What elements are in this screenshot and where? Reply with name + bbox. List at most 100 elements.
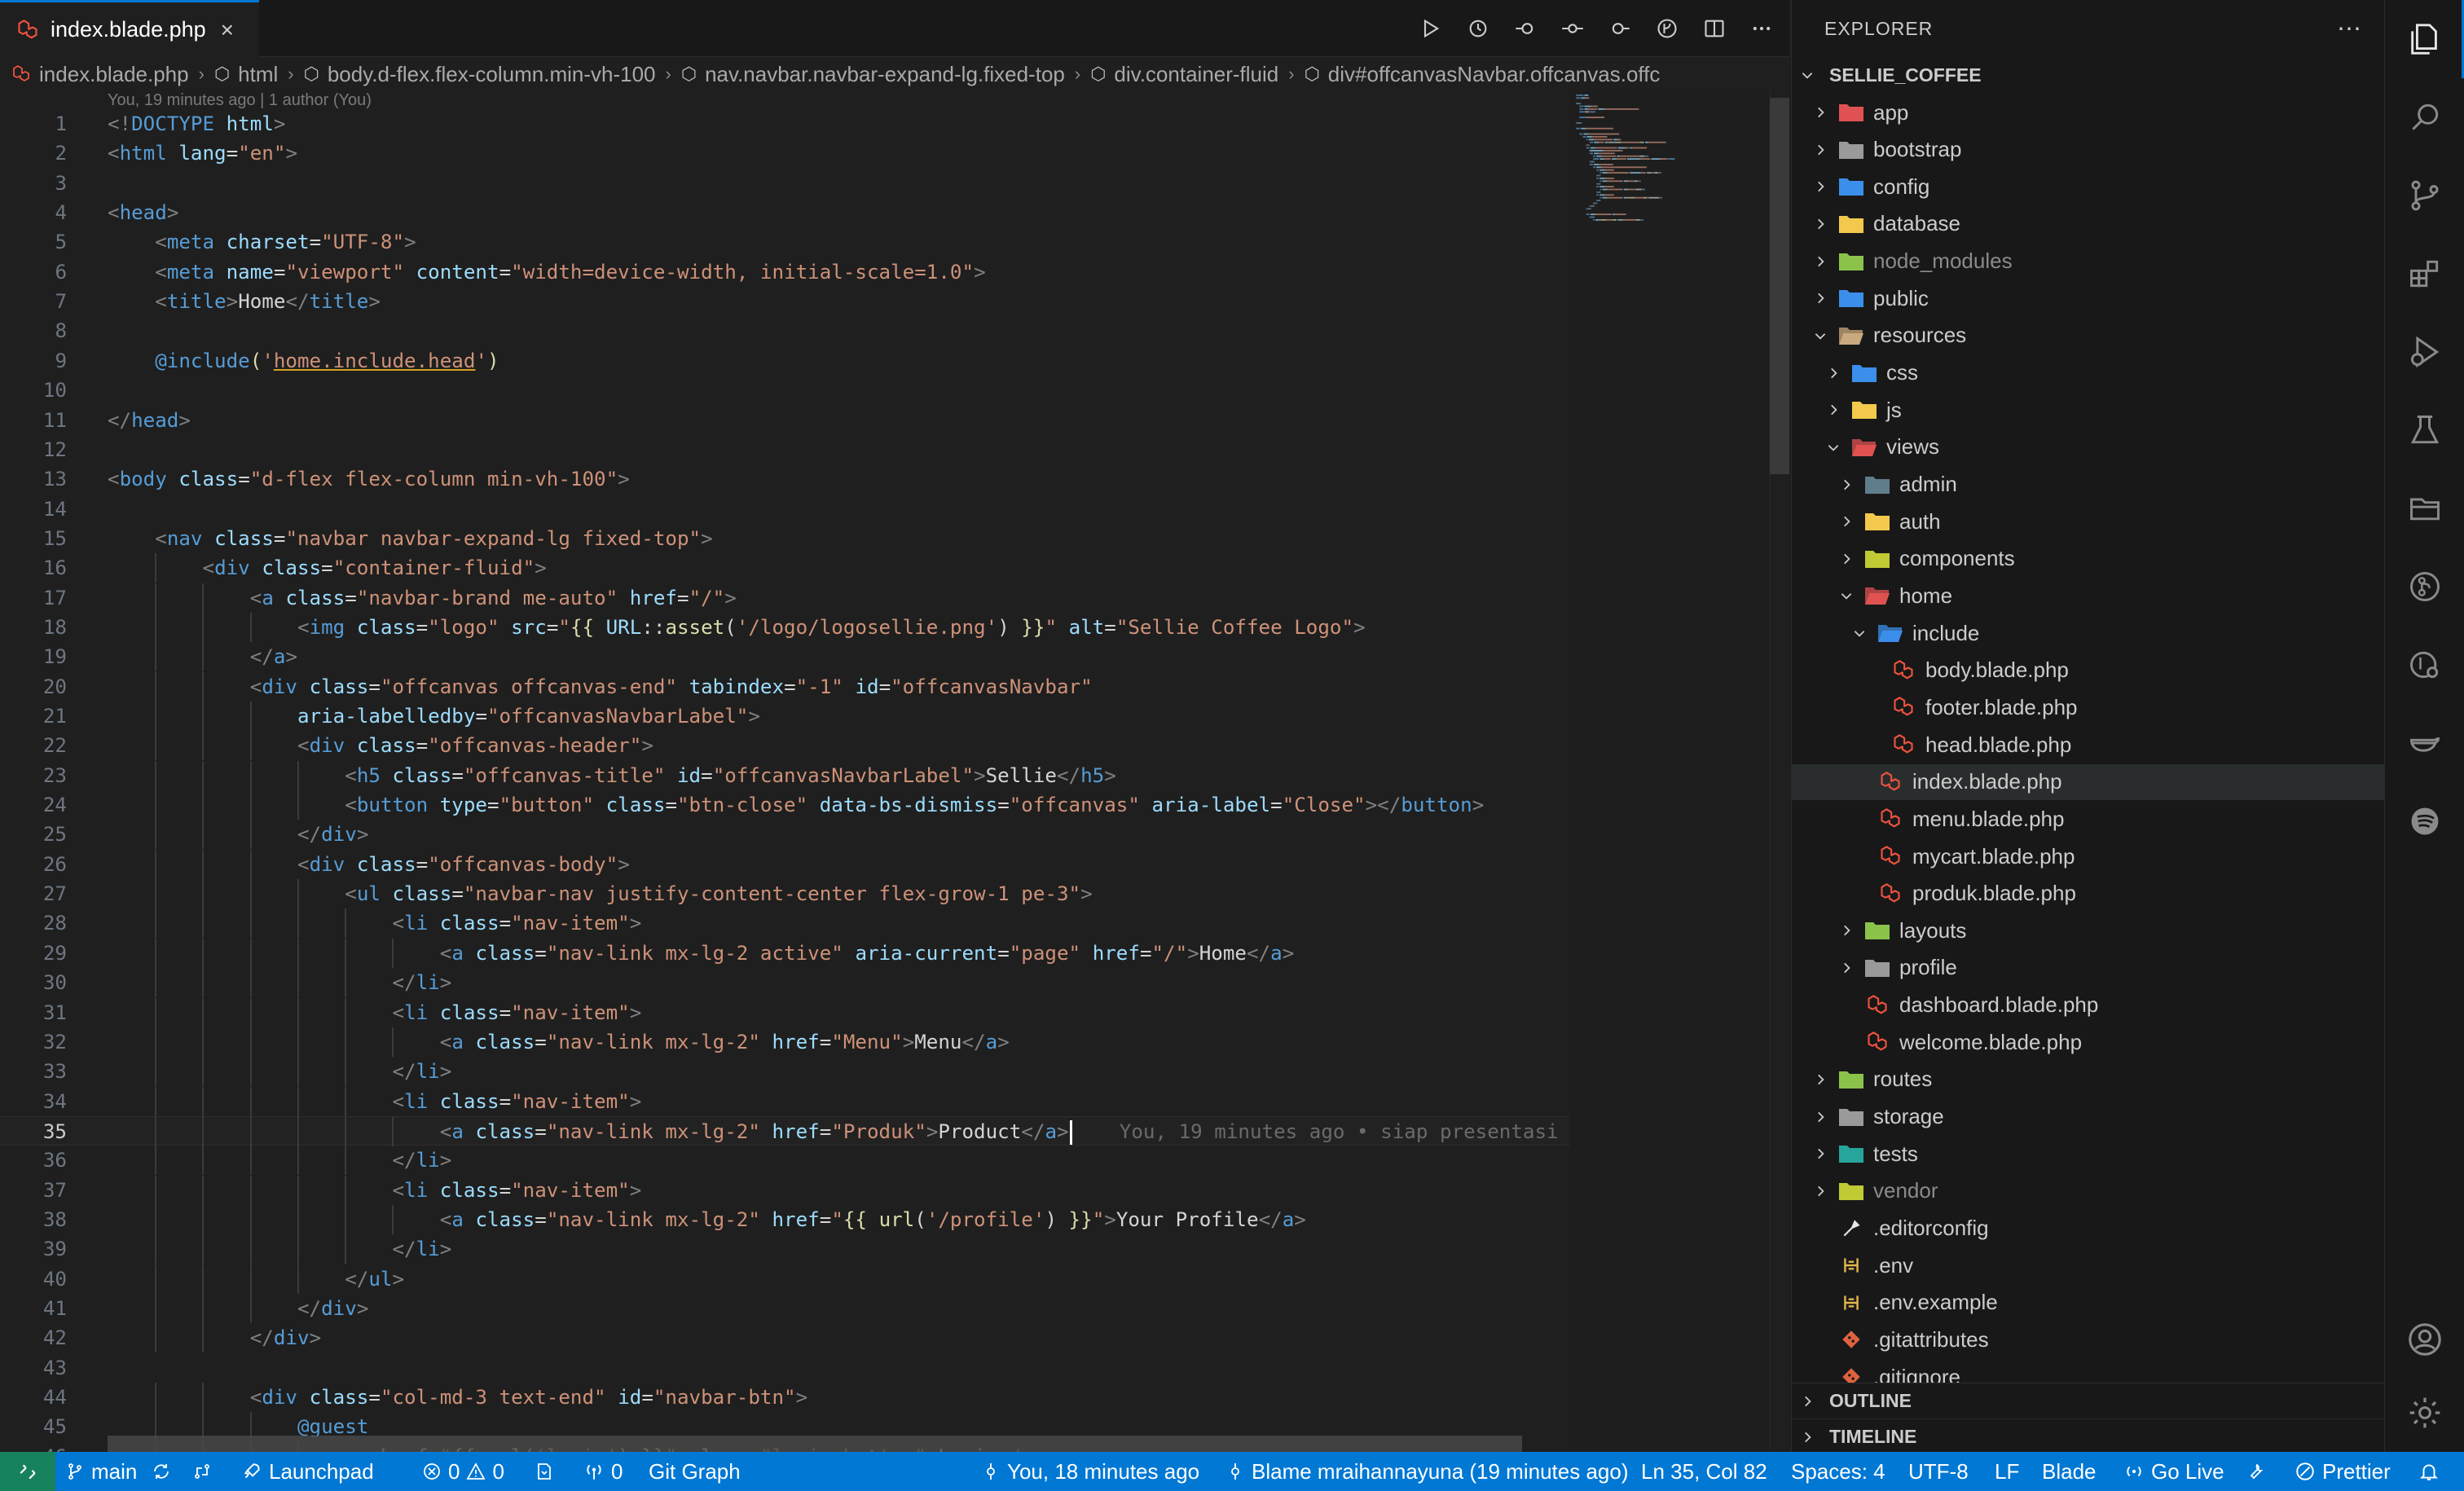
code-line[interactable]: 31 <li class="nav-item">: [0, 997, 1569, 1027]
explorer-icon[interactable]: [2385, 0, 2464, 78]
run-icon[interactable]: [1419, 17, 1442, 40]
code-line[interactable]: 2 <html lang="en">: [0, 139, 1569, 168]
code-line[interactable]: 35 <a class="nav-link mx-lg-2" href="Pro…: [0, 1115, 1569, 1146]
code-line[interactable]: 9 @include('home.include.head'): [0, 346, 1569, 376]
file-mycart-blade-php[interactable]: mycart.blade.php: [1792, 838, 2385, 874]
folder-admin[interactable]: admin: [1792, 467, 2385, 503]
file--editorconfig[interactable]: .editorconfig: [1792, 1211, 2385, 1247]
go-live-button[interactable]: Go Live: [2123, 1452, 2224, 1491]
horizontal-scrollbar[interactable]: [108, 1436, 1522, 1452]
gitlens-icon[interactable]: [2385, 548, 2464, 626]
code-line[interactable]: 7 <title>Home</title>: [0, 287, 1569, 316]
folder-bootstrap[interactable]: bootstrap: [1792, 132, 2385, 168]
remote-explorer-icon[interactable]: [2385, 469, 2464, 548]
code-line[interactable]: 6 <meta name="viewport" content="width=d…: [0, 257, 1569, 287]
blame-author-status[interactable]: Blame mraihannayuna (19 minutes ago): [1225, 1452, 1628, 1491]
code-line[interactable]: 41 </div>: [0, 1294, 1569, 1323]
outline-section[interactable]: OUTLINE: [1792, 1383, 2385, 1418]
folder-home[interactable]: home: [1792, 578, 2385, 614]
breadcrumb-item[interactable]: html: [238, 62, 278, 87]
more-actions-icon[interactable]: ⋯: [2337, 15, 2361, 43]
tab-close-icon[interactable]: ×: [221, 17, 234, 43]
code-line[interactable]: 38 <a class="nav-link mx-lg-2" href="{{ …: [0, 1204, 1569, 1234]
code-line[interactable]: 20 <div class="offcanvas offcanvas-end" …: [0, 671, 1569, 702]
code-line[interactable]: 1 <!DOCTYPE html>: [0, 109, 1569, 139]
eol-status[interactable]: LF: [1995, 1452, 2019, 1491]
code-line[interactable]: 18 <img class="logo" src="{{ URL::asset(…: [0, 612, 1569, 642]
code-line[interactable]: 17 <a class="navbar-brand me-auto" href=…: [0, 583, 1569, 613]
code-editor[interactable]: You, 19 minutes ago | 1 author (You) 1 <!…: [0, 91, 1569, 1452]
launchpad-status[interactable]: Launchpad: [241, 1452, 374, 1491]
gitlens-inspect-icon[interactable]: [2385, 626, 2464, 704]
code-line[interactable]: 24 <button type="button" class="btn-clos…: [0, 790, 1569, 820]
folder-components[interactable]: components: [1792, 541, 2385, 577]
timeline-section[interactable]: TIMELINE: [1792, 1418, 2385, 1454]
sync-icon[interactable]: [152, 1462, 171, 1481]
folder-include[interactable]: include: [1792, 615, 2385, 651]
workspace-root[interactable]: SELLIE_COFFEE: [1792, 57, 2385, 93]
encoding-status[interactable]: UTF-8: [1908, 1452, 1969, 1491]
code-line[interactable]: 42 </div>: [0, 1323, 1569, 1353]
folder-config[interactable]: config: [1792, 169, 2385, 205]
code-line[interactable]: 16 <div class="container-fluid">: [0, 553, 1569, 583]
search-icon[interactable]: [2385, 78, 2464, 156]
docker-icon[interactable]: [2385, 704, 2464, 782]
code-line[interactable]: 44 <div class="col-md-3 text-end" id="na…: [0, 1383, 1569, 1413]
breadcrumb-item[interactable]: nav.navbar.navbar-expand-lg.fixed-top: [705, 62, 1065, 87]
indentation-status[interactable]: Spaces: 4: [1791, 1452, 1885, 1491]
breadcrumb-item[interactable]: index.blade.php: [39, 62, 189, 87]
folder-app[interactable]: app: [1792, 95, 2385, 130]
code-line[interactable]: 5 <meta charset="UTF-8">: [0, 227, 1569, 257]
folder-js[interactable]: js: [1792, 392, 2385, 428]
folder-views[interactable]: views: [1792, 429, 2385, 465]
code-line[interactable]: 22 <div class="offcanvas-header">: [0, 731, 1569, 761]
code-line[interactable]: 33 </li>: [0, 1057, 1569, 1087]
code-line[interactable]: 3: [0, 169, 1569, 198]
breadcrumb-item[interactable]: div.container-fluid: [1114, 62, 1278, 87]
cursor-position[interactable]: Ln 35, Col 82: [1641, 1452, 1767, 1491]
file-index-blade-php[interactable]: index.blade.php: [1792, 763, 2385, 800]
file-menu-blade-php[interactable]: menu.blade.php: [1792, 801, 2385, 837]
extensions-icon[interactable]: [2385, 235, 2464, 313]
file--env-example[interactable]: .env.example: [1792, 1285, 2385, 1321]
breadcrumb-item[interactable]: body.d-flex.flex-column.min-vh-100: [328, 62, 656, 87]
code-line[interactable]: 15 <nav class="navbar navbar-expand-lg f…: [0, 524, 1569, 553]
folder-node-modules[interactable]: node_modules: [1792, 244, 2385, 279]
remote-indicator[interactable]: [0, 1452, 55, 1491]
folder-layouts[interactable]: layouts: [1792, 913, 2385, 948]
code-line[interactable]: 29 <a class="nav-link mx-lg-2 active" ar…: [0, 938, 1569, 968]
file--env[interactable]: .env: [1792, 1247, 2385, 1283]
file-welcome-blade-php[interactable]: welcome.blade.php: [1792, 1024, 2385, 1060]
code-line[interactable]: 8: [0, 316, 1569, 345]
scrollbar-thumb[interactable]: [1770, 98, 1789, 474]
settings-gear-icon[interactable]: [2385, 1374, 2464, 1452]
code-line[interactable]: 21 aria-labelledby="offcanvasNavbarLabel…: [0, 702, 1569, 731]
code-line[interactable]: 12: [0, 435, 1569, 464]
git-graph-status[interactable]: Git Graph: [649, 1452, 741, 1491]
file-head-blade-php[interactable]: head.blade.php: [1792, 727, 2385, 763]
code-line[interactable]: 14: [0, 495, 1569, 524]
run-debug-icon[interactable]: [2385, 313, 2464, 391]
file-produk-blade-php[interactable]: produk.blade.php: [1792, 876, 2385, 912]
commit-icon[interactable]: [1561, 17, 1584, 40]
code-line[interactable]: 13 <body class="d-flex flex-column min-vh…: [0, 464, 1569, 494]
code-line[interactable]: 4 <head>: [0, 198, 1569, 227]
file--gitattributes[interactable]: .gitattributes: [1792, 1322, 2385, 1357]
code-line[interactable]: 11 </head>: [0, 406, 1569, 435]
go-forward-icon[interactable]: [1608, 17, 1631, 40]
folder-tests[interactable]: tests: [1792, 1136, 2385, 1172]
folder-css[interactable]: css: [1792, 355, 2385, 391]
more-actions-icon[interactable]: [1750, 17, 1773, 40]
folder-database[interactable]: database: [1792, 206, 2385, 242]
code-line[interactable]: 32 <a class="nav-link mx-lg-2" href="Men…: [0, 1027, 1569, 1057]
breadcrumb-item[interactable]: div#offcanvasNavbar.offcanvas.offc: [1328, 62, 1661, 87]
folder-vendor[interactable]: vendor: [1792, 1173, 2385, 1209]
code-line[interactable]: 19 </a>: [0, 642, 1569, 672]
file-footer-blade-php[interactable]: footer.blade.php: [1792, 689, 2385, 725]
source-control-icon[interactable]: [2385, 156, 2464, 235]
folder-routes[interactable]: routes: [1792, 1062, 2385, 1097]
code-line[interactable]: 40 </ul>: [0, 1264, 1569, 1294]
split-editor-icon[interactable]: [1703, 17, 1726, 40]
tab-index-blade[interactable]: index.blade.php ×: [0, 0, 259, 57]
code-line[interactable]: 37 <li class="nav-item">: [0, 1175, 1569, 1205]
